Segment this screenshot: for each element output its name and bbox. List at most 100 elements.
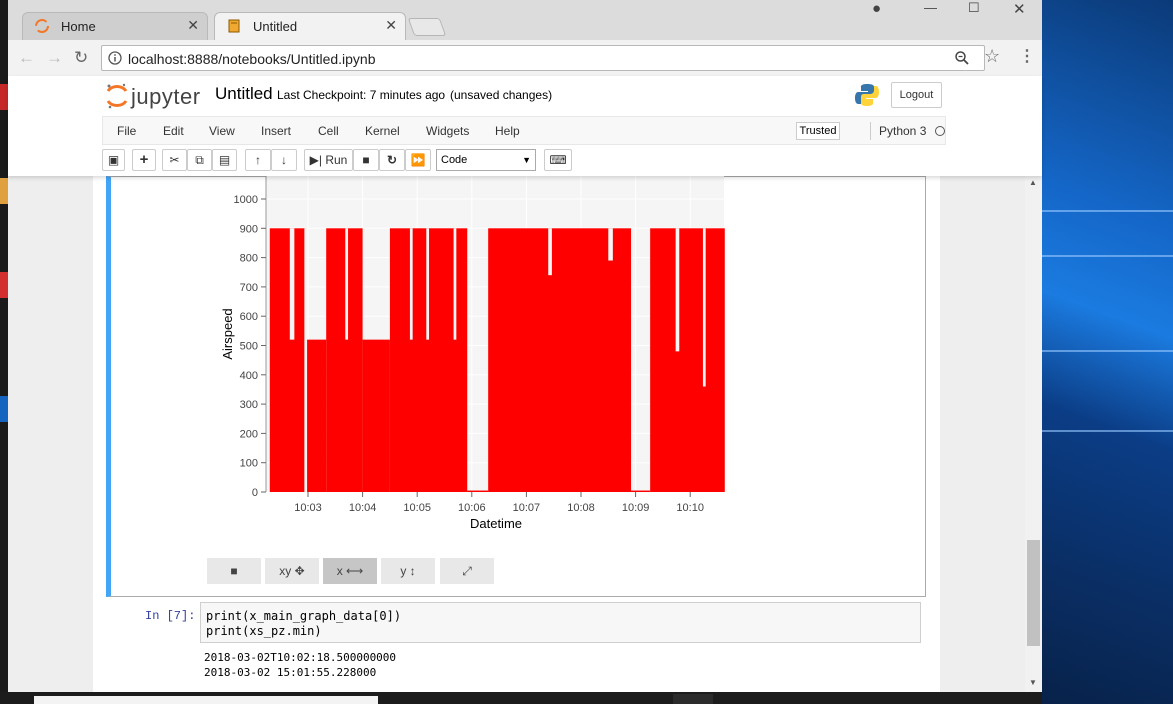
plus-icon: + [139,151,149,168]
run-button[interactable]: ▶| Run [304,149,353,171]
tab-home[interactable]: Home ✕ [22,12,208,40]
menu-widgets[interactable]: Widgets [426,124,469,138]
vertical-scrollbar[interactable]: ▲ ▼ [1025,176,1042,692]
maximize-icon[interactable]: ☐ [968,0,980,16]
dropdown-caret-icon: ▼ [522,155,531,165]
x-axis-label: Datetime [470,516,522,531]
move-down-button[interactable]: ↓ [271,149,297,171]
url-text: localhost:8888/notebooks/Untitled.ipynb [128,51,376,67]
menu-edit[interactable]: Edit [163,124,184,138]
y-tick-label: 100 [240,458,258,470]
save-button[interactable]: ▣ [102,149,125,171]
bookmark-star-icon[interactable]: ☆ [984,46,1000,67]
command-palette-button[interactable]: ⌨ [544,149,572,171]
menu-help[interactable]: Help [495,124,520,138]
y-tick-label: 0 [252,487,258,499]
browser-menu-icon[interactable]: ⋮ [1019,46,1035,66]
move-up-button[interactable]: ↑ [245,149,271,171]
trusted-badge[interactable]: Trusted [796,122,840,140]
data-gap [409,228,413,340]
checkpoint-status: Last Checkpoint: 7 minutes ago [277,88,446,102]
data-bar [269,228,307,493]
x-tick-label: 10:03 [294,502,322,514]
menu-kernel[interactable]: Kernel [365,124,400,138]
paste-button[interactable]: ▤ [212,149,237,171]
scroll-down-icon[interactable]: ▼ [1029,678,1037,687]
close-icon[interactable]: ✕ [385,17,397,34]
x-tick-label: 10:10 [676,502,704,514]
y-tick-label: 500 [240,341,258,353]
back-arrow-icon[interactable]: ← [18,48,35,68]
menu-view[interactable]: View [209,124,235,138]
forward-arrow-icon[interactable]: → [46,48,63,68]
chart-pan-xy-button[interactable]: xy ✥ [265,558,319,584]
insert-cell-button[interactable]: + [132,149,156,171]
logout-button[interactable]: Logout [891,82,942,108]
minimize-icon[interactable]: — [924,0,937,15]
close-icon[interactable]: ✕ [187,17,199,34]
cell-type-select[interactable]: Code ▼ [436,149,536,171]
y-tick-label: 700 [240,282,258,294]
y-tick-label: 800 [240,253,258,265]
data-gap [702,228,706,387]
desktop-app-icon[interactable] [0,396,8,422]
step-forward-icon: ▶| [309,153,322,167]
desktop-wallpaper [1042,0,1173,704]
restart-run-all-button[interactable]: ⏩ [405,149,431,171]
desktop-app-icon[interactable] [0,272,8,298]
desktop-app-icon[interactable] [0,84,8,110]
url-field[interactable]: localhost:8888/notebooks/Untitled.ipynb [101,45,985,71]
jupyter-logo-icon[interactable] [106,82,128,110]
jupyter-logo-text[interactable]: jupyter [131,84,201,110]
wallpaper-beam [1042,255,1173,257]
kernel-name[interactable]: Python 3 [879,124,926,138]
info-icon[interactable] [108,51,122,65]
airspeed-chart[interactable]: 0 100 200 300 400 500 600 700 800 900 1000 10:03 10:… [216,176,736,541]
notebook-name[interactable]: Untitled [215,84,273,104]
data-bar [631,490,651,492]
chart-fullscreen-button[interactable]: ⤢ [440,558,494,584]
scissors-icon: ✂ [169,153,180,167]
chart-pan-y-button[interactable]: y ↕ [381,558,435,584]
x-tick-label: 10:06 [458,502,486,514]
browser-window: Home ✕ Untitled ✕ ● — ☐ ✕ ← → ↻ localhos… [8,0,1042,692]
cut-button[interactable]: ✂ [162,149,187,171]
code-input[interactable]: print(x_main_graph_data[0]) print(xs_pz.… [200,602,921,643]
python-logo-icon [855,84,879,106]
data-gap [289,228,295,340]
save-icon: ▣ [107,153,120,167]
stop-icon: ■ [362,153,370,167]
window-close-icon[interactable]: ✕ [1013,0,1026,18]
restart-button[interactable]: ↻ [379,149,405,171]
cell-type-value: Code [441,154,468,166]
taskbar-app-button[interactable] [673,694,713,704]
keyboard-icon: ⌨ [549,153,567,167]
chart-reset-button[interactable]: ■ [207,558,261,584]
data-gap [608,228,613,261]
y-tick-label: 400 [240,370,258,382]
account-icon[interactable]: ● [872,0,881,17]
arrow-down-icon: ↓ [281,153,287,167]
desktop-app-icon[interactable] [0,178,8,204]
chart-pan-x-button[interactable]: x ⟷ [323,558,377,584]
x-tick-label: 10:07 [513,502,541,514]
scroll-up-icon[interactable]: ▲ [1029,178,1037,187]
tab-untitled[interactable]: Untitled ✕ [214,12,406,40]
zoom-icon[interactable] [954,50,970,66]
reload-icon[interactable]: ↻ [74,48,88,68]
taskbar-search-box[interactable] [34,696,378,704]
x-tick-label: 10:09 [622,502,650,514]
wallpaper-beam [1042,210,1173,212]
interrupt-button[interactable]: ■ [353,149,379,171]
copy-button[interactable]: ⧉ [187,149,212,171]
menu-insert[interactable]: Insert [261,124,291,138]
new-tab-button[interactable] [407,18,447,36]
menu-file[interactable]: File [117,124,136,138]
scroll-thumb[interactable] [1027,540,1040,646]
data-gap [548,228,552,276]
jupyter-header: jupyter Untitled Last Checkpoint: 7 minu… [8,76,1042,176]
menu-cell[interactable]: Cell [318,124,339,138]
x-tick-label: 10:05 [403,502,431,514]
y-tick-label: 200 [240,428,258,440]
data-bar [467,490,489,492]
